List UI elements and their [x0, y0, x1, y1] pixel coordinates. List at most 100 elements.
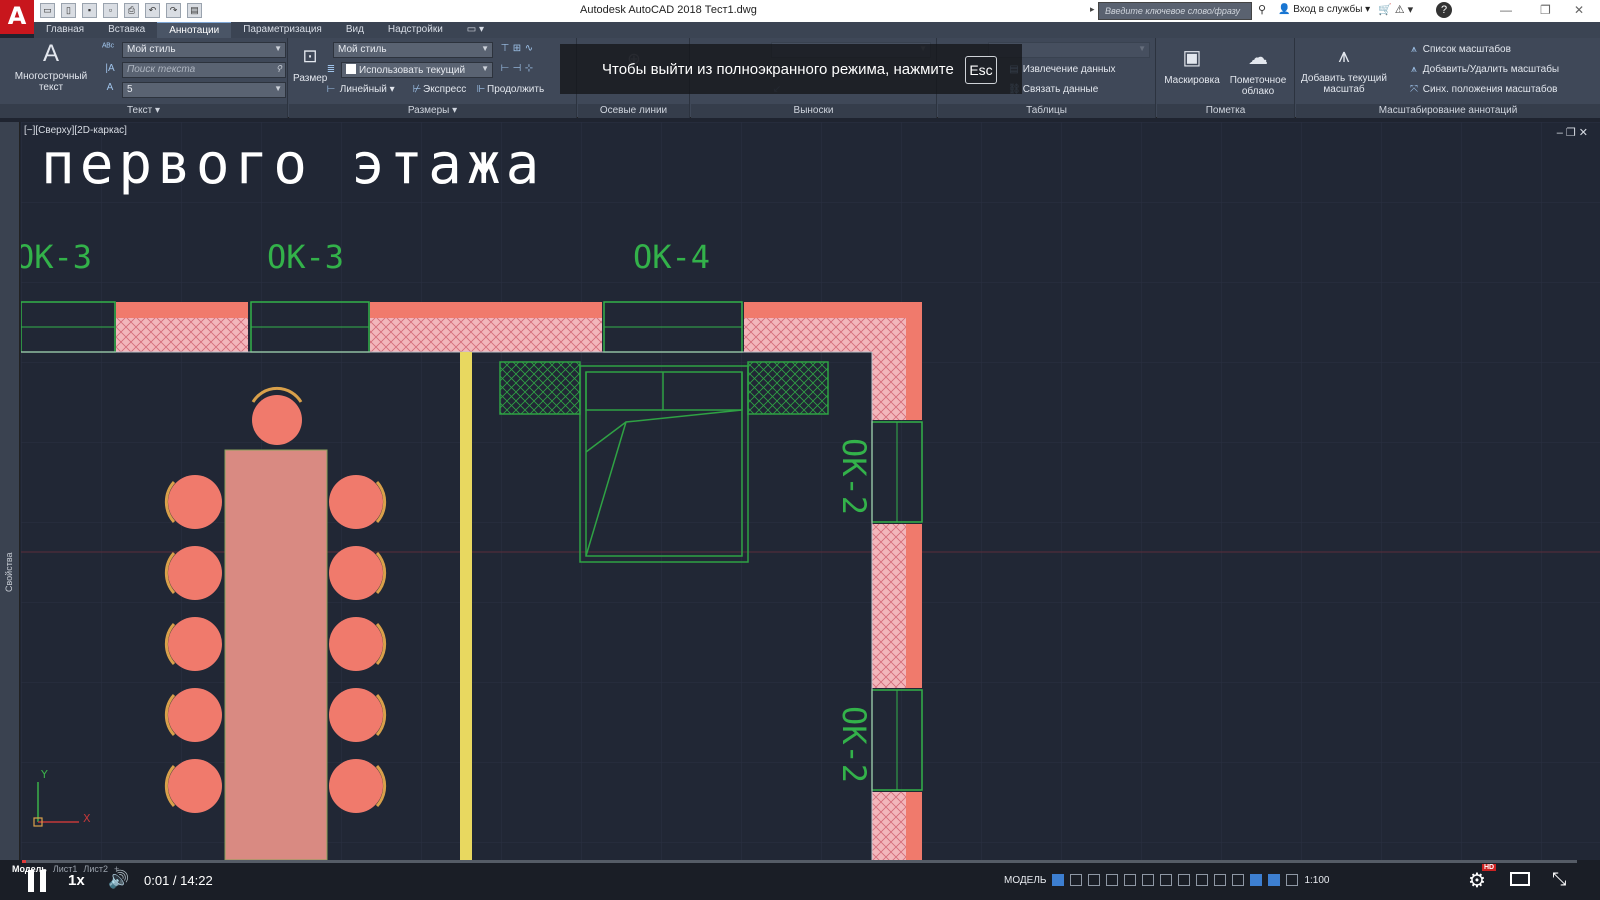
minimize-icon[interactable]: — [1500, 3, 1512, 17]
app-menu-logo[interactable]: A [0, 0, 34, 34]
undo-icon[interactable]: ↶ [145, 3, 160, 18]
window-label[interactable]: ОК-2 [835, 706, 873, 783]
search-input[interactable]: Введите ключевое слово/фразу [1098, 2, 1252, 20]
tab-view[interactable]: Вид [334, 22, 376, 38]
selection-cycling-icon[interactable] [1232, 874, 1245, 886]
infer-icon[interactable] [1088, 874, 1101, 886]
close-icon[interactable]: ✕ [1574, 3, 1584, 17]
quick-dim-button[interactable]: ⊬ Экспресс [411, 84, 467, 95]
sync-scale-positions-button[interactable]: ⤧ Синх. положения масштабов [1408, 84, 1557, 95]
help-icon[interactable]: ? [1436, 2, 1452, 18]
new-icon[interactable]: ▯ [61, 3, 76, 18]
object-snap-icon[interactable] [1178, 874, 1191, 886]
text-height-icon[interactable]: |A [104, 63, 116, 74]
settings-gear-icon[interactable]: ⚙ [1468, 868, 1486, 893]
ribbon-extra-icon[interactable]: ▭ ▾ [455, 22, 496, 38]
link-data-label: Связать данные [1022, 84, 1099, 95]
sign-in-button[interactable]: 👤 Вход в службы ▾ [1278, 4, 1370, 15]
annotation-scale-select[interactable]: 1:100 [1304, 875, 1329, 886]
panel-dimensions-title[interactable]: Размеры ▾ [289, 104, 576, 118]
restore-icon[interactable]: ❐ [1540, 3, 1551, 17]
annotation-visibility-icon[interactable] [1250, 874, 1263, 886]
binoculars-icon[interactable]: ⚲ [1258, 3, 1266, 16]
auto-scale-icon[interactable] [1268, 874, 1281, 886]
wall-segment-face [906, 524, 922, 688]
drawing-canvas[interactable]: [−][Сверху][2D-каркас] – ❐ ✕ первого эта… [21, 122, 1600, 860]
viewport-window-controls[interactable]: – ❐ ✕ [1557, 126, 1588, 139]
polar-icon[interactable] [1142, 874, 1155, 886]
add-layout-icon[interactable]: + [114, 864, 119, 874]
mtext-button[interactable]: A Многострочный текст [6, 40, 96, 93]
model-space-button[interactable]: МОДЕЛЬ [1004, 875, 1046, 886]
annotation-scale-icon[interactable] [1286, 874, 1299, 886]
add-current-scale-label: Добавить текущий масштаб [1301, 73, 1387, 95]
search-expand-icon[interactable]: ▸ [1090, 4, 1095, 15]
dim-layer-select[interactable]: Использовать текущий ▼ [341, 62, 493, 78]
spell-check-icon[interactable]: ᴬᴮᶜ [102, 42, 114, 53]
redo-icon[interactable]: ↷ [166, 3, 181, 18]
dim-space-icon[interactable]: ⊢ ⊣ ⊹ [499, 63, 535, 74]
dim-layer-icon[interactable]: ≣ [325, 64, 337, 75]
text-size-icon[interactable]: A [104, 82, 116, 93]
add-scale-icon: ⩚ [1338, 45, 1350, 67]
properties-palette-strip[interactable]: Свойства [0, 122, 20, 860]
dimension-icon: ⊡ [302, 46, 318, 66]
extract-data-button[interactable]: ▤ Извлечение данных [1008, 64, 1115, 75]
drawing-heading-text[interactable]: первого этажа [41, 132, 544, 197]
panel-markup-title[interactable]: Пометка [1157, 104, 1294, 118]
save-as-icon[interactable]: ▫ [103, 3, 118, 18]
panel-tables-title[interactable]: Таблицы [938, 104, 1155, 118]
text-height-select[interactable]: 5 ▼ [122, 82, 286, 98]
panel-centerlines-title[interactable]: Осевые линии [578, 104, 689, 118]
window-label[interactable]: ОК-3 [267, 238, 344, 276]
ortho-icon[interactable] [1124, 874, 1137, 886]
playback-speed-button[interactable]: 1x [68, 872, 85, 889]
isodraft-icon[interactable] [1160, 874, 1173, 886]
tab-addins[interactable]: Надстройки [376, 22, 455, 38]
video-progress-track[interactable] [22, 860, 1577, 863]
tab-insert[interactable]: Вставка [96, 22, 157, 38]
layout-tab-sheet2[interactable]: Лист2 [83, 864, 108, 874]
picture-in-picture-icon[interactable] [1510, 872, 1530, 886]
dim-layer-checkbox[interactable] [346, 64, 356, 74]
save-icon[interactable]: ▪ [82, 3, 97, 18]
panel-annotation-scaling-title[interactable]: Масштабирование аннотаций [1296, 104, 1600, 118]
window-label[interactable]: ОК-4 [633, 238, 710, 276]
window-title: Autodesk AutoCAD 2018 Тест1.dwg [580, 4, 757, 16]
tab-home[interactable]: Главная [34, 22, 96, 38]
linear-button[interactable]: ⊢ Линейный ▾ [325, 84, 395, 95]
tab-annotate[interactable]: Аннотации [157, 22, 232, 38]
snap-toggle-icon[interactable] [1070, 874, 1083, 886]
text-style-select[interactable]: Мой стиль ▼ [122, 42, 286, 58]
panel-annotation-scaling-title-label: Масштабирование аннотаций [1378, 105, 1518, 116]
find-text-input[interactable]: Поиск текста ⚲ [122, 62, 286, 78]
transparency-icon[interactable] [1214, 874, 1227, 886]
publish-icon[interactable]: ▤ [187, 3, 202, 18]
scale-list-button[interactable]: ⩚ Список масштабов [1408, 44, 1511, 55]
layout-tab-sheet1[interactable]: Лист1 [53, 864, 78, 874]
dynamic-input-icon[interactable] [1106, 874, 1119, 886]
print-icon[interactable]: ⎙ [124, 3, 139, 18]
panel-text-title[interactable]: Текст ▾ [0, 104, 287, 118]
add-remove-scales-button[interactable]: ⩚ Добавить/Удалить масштабы [1408, 64, 1559, 75]
exit-fullscreen-icon[interactable]: ⤡ [1552, 869, 1566, 890]
dimension-button[interactable]: ⊡ Размер [293, 42, 327, 84]
dim-style-select[interactable]: Мой стиль ▼ [333, 42, 493, 58]
dim-style-value: Мой стиль [338, 44, 387, 55]
revcloud-label: Пометочное облако [1229, 75, 1287, 97]
window-label[interactable]: ОК-3 [21, 238, 92, 276]
layout-tab-model[interactable]: Модель [12, 864, 47, 874]
cart-icon[interactable]: 🛒 ⚠ ▾ [1378, 3, 1413, 16]
window-label[interactable]: ОК-2 [835, 438, 873, 515]
continue-button[interactable]: ⊩ Продолжить [475, 84, 545, 95]
lineweight-icon[interactable] [1196, 874, 1209, 886]
wipeout-button[interactable]: ▣ Маскировка [1161, 44, 1223, 86]
revcloud-button[interactable]: ☁ Пометочное облако [1223, 44, 1293, 97]
dim-tools-icon[interactable]: ⊤ ⊞ ∿ [499, 43, 535, 54]
add-current-scale-button[interactable]: ⩚ Добавить текущий масштаб [1300, 42, 1388, 95]
open-icon[interactable]: ▭ [40, 3, 55, 18]
mtext-label: Многострочный текст [14, 71, 88, 93]
grid-toggle-icon[interactable] [1052, 874, 1065, 886]
tab-parametric[interactable]: Параметризация [231, 22, 334, 38]
panel-leaders-title[interactable]: Выноски [691, 104, 936, 118]
